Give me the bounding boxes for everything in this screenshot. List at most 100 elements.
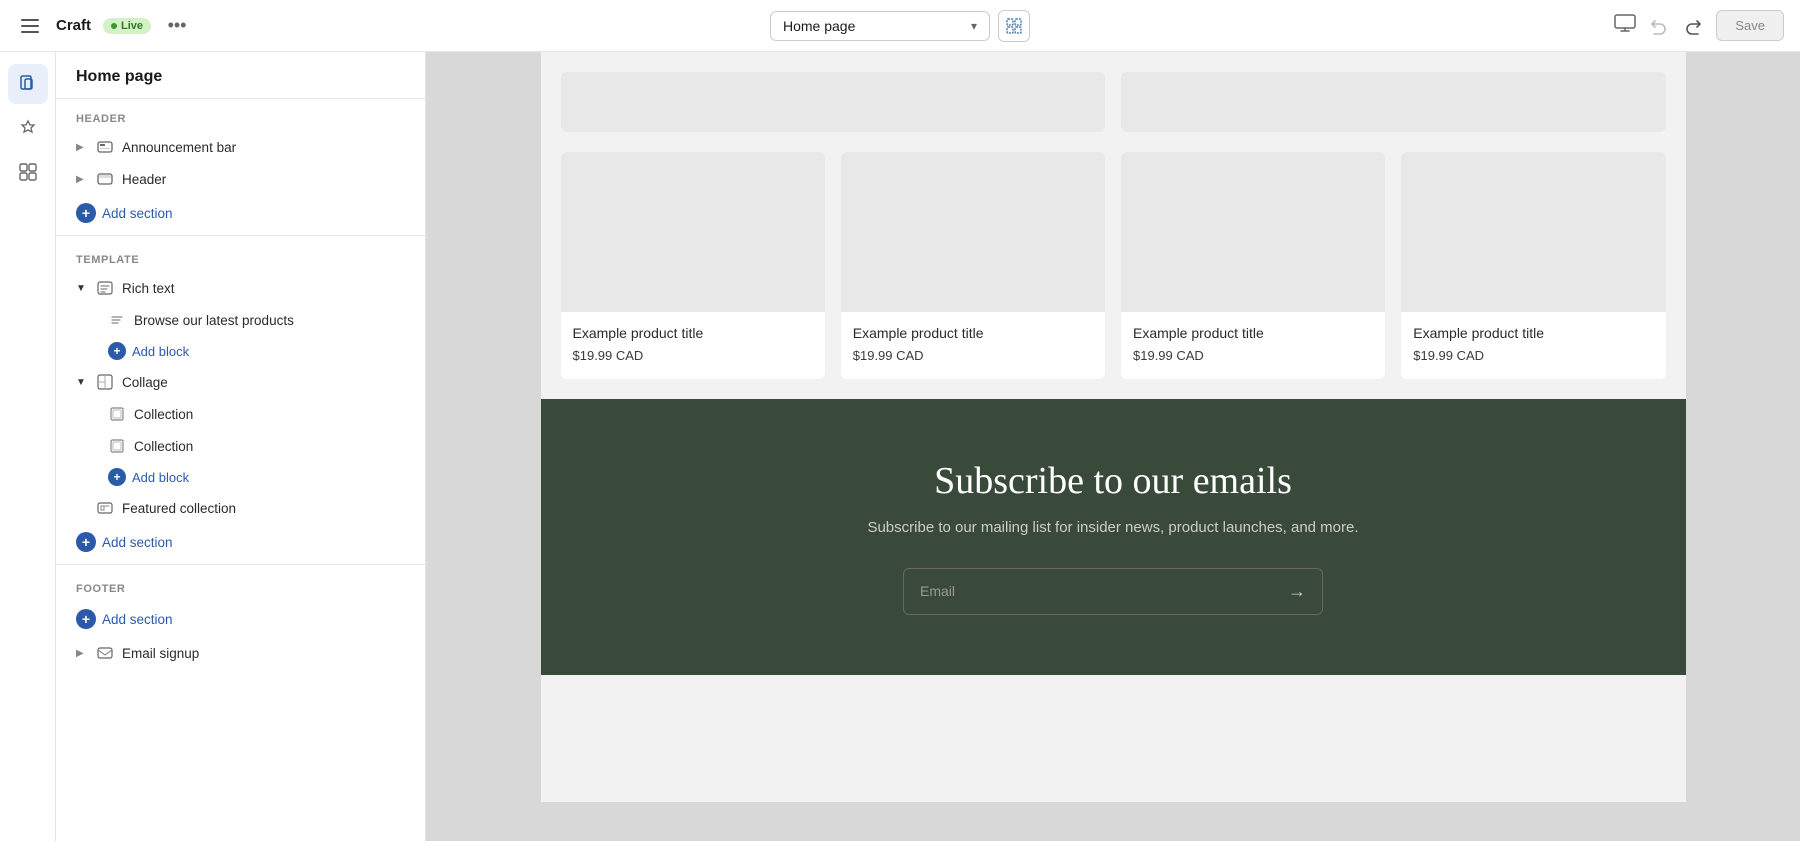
left-panel: Home page HEADER ▶ Announcement bar ▶ bbox=[56, 52, 426, 841]
grid-view-button[interactable] bbox=[998, 10, 1030, 42]
header-item[interactable]: ▶ Header bbox=[56, 163, 425, 195]
product-info-4: Example product title $19.99 CAD bbox=[1401, 312, 1665, 367]
announcement-bar-icon bbox=[96, 138, 114, 156]
topbar-right: Save bbox=[1042, 10, 1784, 41]
email-input[interactable] bbox=[904, 569, 1272, 614]
rich-text-item[interactable]: ▼ Rich text bbox=[56, 272, 425, 304]
chevron-right-icon: ▶ bbox=[76, 142, 88, 153]
featured-collection-label: Featured collection bbox=[122, 501, 405, 516]
email-input-row[interactable]: → bbox=[903, 568, 1323, 615]
add-section-header-label: Add section bbox=[102, 206, 173, 221]
add-section-header-button[interactable]: + Add section bbox=[56, 195, 425, 231]
product-info-1: Example product title $19.99 CAD bbox=[561, 312, 825, 367]
add-block-1-label: Add block bbox=[132, 344, 189, 359]
plus-icon: + bbox=[108, 342, 126, 360]
live-badge: Live bbox=[103, 18, 151, 34]
page-canvas: Example product title $19.99 CAD Example… bbox=[541, 52, 1686, 802]
product-card-2[interactable]: Example product title $19.99 CAD bbox=[841, 152, 1105, 379]
undo-button[interactable] bbox=[1644, 12, 1672, 40]
divider-1 bbox=[56, 235, 425, 236]
template-section-label: TEMPLATE bbox=[56, 240, 425, 272]
collage-item[interactable]: ▼ Collage bbox=[56, 366, 425, 398]
collection-1-item[interactable]: Collection bbox=[56, 398, 425, 430]
product-image-2 bbox=[841, 152, 1105, 312]
content-area: Example product title $19.99 CAD Example… bbox=[426, 52, 1800, 841]
footer-section-label: FOOTER bbox=[56, 569, 425, 601]
collection-icon-1 bbox=[108, 405, 126, 423]
product-card-3[interactable]: Example product title $19.99 CAD bbox=[1121, 152, 1385, 379]
plus-icon: + bbox=[76, 609, 96, 629]
product-card-4[interactable]: Example product title $19.99 CAD bbox=[1401, 152, 1665, 379]
browse-block-label: Browse our latest products bbox=[134, 313, 405, 328]
add-section-template-label: Add section bbox=[102, 535, 173, 550]
collection-2-item[interactable]: Collection bbox=[56, 430, 425, 462]
sidebar-icon-blocks[interactable] bbox=[8, 152, 48, 192]
main-area: Home page HEADER ▶ Announcement bar ▶ bbox=[0, 52, 1800, 841]
collage-label: Collage bbox=[122, 375, 405, 390]
announcement-bar-label: Announcement bar bbox=[122, 140, 405, 155]
featured-collection-item[interactable]: ▶ Featured collection bbox=[56, 492, 425, 524]
subscribe-title: Subscribe to our emails bbox=[581, 459, 1646, 503]
product-price-2: $19.99 CAD bbox=[853, 348, 1093, 363]
product-price-3: $19.99 CAD bbox=[1133, 348, 1373, 363]
subscribe-subtitle: Subscribe to our mailing list for inside… bbox=[581, 519, 1646, 536]
product-grid: Example product title $19.99 CAD Example… bbox=[561, 152, 1666, 379]
chevron-down-icon: ▼ bbox=[76, 377, 88, 388]
collection-2-label: Collection bbox=[134, 439, 405, 454]
partial-card-2 bbox=[1121, 72, 1666, 132]
chevron-right-icon: ▶ bbox=[76, 174, 88, 185]
plus-icon: + bbox=[76, 203, 96, 223]
header-label: Header bbox=[122, 172, 405, 187]
email-signup-icon bbox=[96, 644, 114, 662]
left-panel-scroll[interactable]: HEADER ▶ Announcement bar ▶ bbox=[56, 99, 425, 841]
collage-icon bbox=[96, 373, 114, 391]
product-title-2: Example product title bbox=[853, 324, 1093, 344]
plus-icon: + bbox=[108, 468, 126, 486]
content-scroll[interactable]: Example product title $19.99 CAD Example… bbox=[426, 52, 1800, 841]
product-price-1: $19.99 CAD bbox=[573, 348, 813, 363]
email-submit-button[interactable]: → bbox=[1272, 569, 1322, 614]
sidebar-icon-customize[interactable] bbox=[8, 108, 48, 148]
header-section-label: HEADER bbox=[56, 99, 425, 131]
announcement-bar-item[interactable]: ▶ Announcement bar bbox=[56, 131, 425, 163]
icon-sidebar bbox=[0, 52, 56, 841]
add-block-2-button[interactable]: + Add block bbox=[56, 462, 425, 492]
page-selector[interactable]: Home page ▾ bbox=[770, 11, 990, 41]
chevron-down-icon: ▼ bbox=[76, 283, 88, 294]
menu-icon[interactable] bbox=[16, 12, 44, 40]
top-partial-section bbox=[541, 52, 1686, 132]
save-button[interactable]: Save bbox=[1716, 10, 1784, 41]
rich-text-label: Rich text bbox=[122, 281, 405, 296]
product-title-3: Example product title bbox=[1133, 324, 1373, 344]
product-image-3 bbox=[1121, 152, 1385, 312]
header-icon bbox=[96, 170, 114, 188]
text-block-icon bbox=[108, 311, 126, 329]
redo-button[interactable] bbox=[1680, 12, 1708, 40]
page-selector-value: Home page bbox=[783, 18, 855, 34]
add-section-template-button[interactable]: + Add section bbox=[56, 524, 425, 560]
add-section-footer-button[interactable]: + Add section bbox=[56, 601, 425, 637]
live-dot bbox=[111, 23, 117, 29]
chevron-down-icon: ▾ bbox=[971, 19, 977, 33]
add-block-2-label: Add block bbox=[132, 470, 189, 485]
sidebar-icon-pages[interactable] bbox=[8, 64, 48, 104]
add-block-1-button[interactable]: + Add block bbox=[56, 336, 425, 366]
chevron-right-icon: ▶ bbox=[76, 648, 88, 659]
more-menu-button[interactable]: ••• bbox=[163, 12, 191, 40]
app-name: Craft bbox=[56, 17, 91, 34]
product-image-4 bbox=[1401, 152, 1665, 312]
page-title: Home page bbox=[76, 68, 405, 86]
product-card-1[interactable]: Example product title $19.99 CAD bbox=[561, 152, 825, 379]
topbar-left: Craft Live ••• bbox=[16, 12, 758, 40]
email-signup-item[interactable]: ▶ Email signup bbox=[56, 637, 425, 669]
plus-icon: + bbox=[76, 532, 96, 552]
rich-text-icon bbox=[96, 279, 114, 297]
collection-1-label: Collection bbox=[134, 407, 405, 422]
browse-block-item[interactable]: Browse our latest products bbox=[56, 304, 425, 336]
product-title-1: Example product title bbox=[573, 324, 813, 344]
product-info-2: Example product title $19.99 CAD bbox=[841, 312, 1105, 367]
email-signup-label: Email signup bbox=[122, 646, 405, 661]
desktop-icon[interactable] bbox=[1614, 14, 1636, 37]
partial-card-1 bbox=[561, 72, 1106, 132]
topbar-center: Home page ▾ bbox=[770, 10, 1030, 42]
